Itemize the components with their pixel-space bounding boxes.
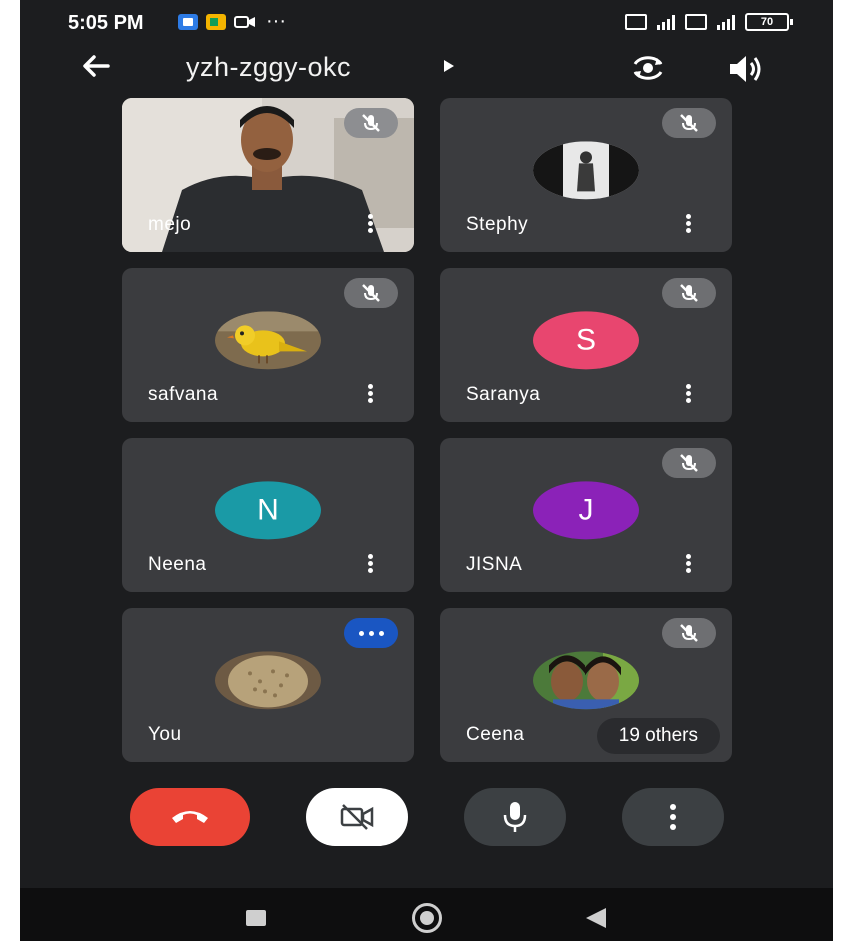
camera-off-icon: [340, 804, 374, 830]
participant-avatar: [215, 651, 321, 710]
home-icon[interactable]: [412, 903, 442, 933]
mic-off-icon: [362, 114, 380, 132]
mic-off-icon: [680, 114, 698, 132]
participant-tile[interactable]: J JISNA: [440, 438, 732, 592]
participant-menu-icon[interactable]: [366, 384, 374, 404]
meeting-details-icon[interactable]: [444, 60, 454, 72]
participant-name: safvana: [148, 384, 219, 405]
participant-tile[interactable]: Stephy: [440, 98, 732, 252]
meet-screen: 5:05 PM ··· 70 yzh-zggy-okc mejo Stephy …: [20, 0, 833, 941]
switch-camera-icon[interactable]: [628, 50, 668, 86]
participant-name: Ceena: [466, 724, 525, 745]
participant-menu-icon[interactable]: [366, 554, 374, 574]
microphone-toggle-button[interactable]: [464, 788, 566, 846]
back-arrow-icon[interactable]: [78, 48, 114, 84]
meeting-header: yzh-zggy-okc: [20, 44, 833, 94]
participant-menu-icon[interactable]: [366, 214, 374, 234]
meet-app-icon: [206, 14, 226, 30]
more-options-button[interactable]: [622, 788, 724, 846]
participant-name: mejo: [148, 214, 192, 235]
muted-mic-badge: [662, 448, 716, 478]
speaker-icon[interactable]: [726, 52, 764, 86]
notification-app-icon: [178, 14, 198, 30]
participant-tile[interactable]: safvana: [122, 268, 414, 422]
nav-back-icon[interactable]: [586, 908, 606, 928]
others-count-badge[interactable]: 19 others: [596, 718, 720, 754]
mic-icon: [503, 802, 527, 832]
speaking-indicator-icon: [344, 618, 398, 648]
participant-tile[interactable]: S Saranya: [440, 268, 732, 422]
participant-name: Saranya: [466, 384, 541, 405]
participant-tile-self[interactable]: You: [122, 608, 414, 762]
participant-name: JISNA: [466, 554, 523, 575]
participant-name: Neena: [148, 554, 207, 575]
status-bar: 5:05 PM ··· 70: [20, 0, 833, 44]
participant-avatar: [533, 141, 639, 200]
status-time: 5:05 PM: [68, 12, 144, 34]
participant-avatar: [215, 311, 321, 370]
more-notifications-icon: ···: [266, 10, 286, 32]
signal-icon: [657, 14, 675, 30]
system-indicators: 70: [625, 13, 793, 31]
signal-icon: [717, 14, 735, 30]
more-vert-icon: [670, 804, 676, 830]
mic-off-icon: [680, 624, 698, 642]
participant-tile[interactable]: mejo: [122, 98, 414, 252]
muted-mic-badge: [344, 278, 398, 308]
participant-avatar: [533, 651, 639, 710]
end-call-button[interactable]: [130, 788, 250, 846]
participant-menu-icon[interactable]: [684, 554, 692, 574]
participant-menu-icon[interactable]: [684, 214, 692, 234]
participant-name: You: [148, 724, 182, 745]
sim2-icon: [685, 14, 707, 30]
mic-off-icon: [680, 284, 698, 302]
recents-icon[interactable]: [246, 910, 266, 926]
mic-off-icon: [680, 454, 698, 472]
video-status-icon: [234, 16, 255, 28]
participant-tile[interactable]: N Neena: [122, 438, 414, 592]
participant-tile[interactable]: Ceena 19 others: [440, 608, 732, 762]
camera-toggle-button[interactable]: [306, 788, 408, 846]
muted-mic-badge: [662, 278, 716, 308]
participant-menu-icon[interactable]: [684, 384, 692, 404]
muted-mic-badge: [662, 618, 716, 648]
participant-initial-avatar: S: [533, 311, 639, 370]
participant-name: Stephy: [466, 214, 529, 235]
sim1-icon: [625, 14, 647, 30]
system-nav-bar: [20, 888, 833, 941]
muted-mic-badge: [662, 108, 716, 138]
muted-mic-badge: [344, 108, 398, 138]
participant-initial-avatar: J: [533, 481, 639, 540]
battery-icon: 70: [745, 13, 793, 31]
mic-off-icon: [362, 284, 380, 302]
participant-initial-avatar: N: [215, 481, 321, 540]
meeting-code[interactable]: yzh-zggy-okc: [186, 52, 351, 83]
end-call-icon: [172, 811, 208, 823]
